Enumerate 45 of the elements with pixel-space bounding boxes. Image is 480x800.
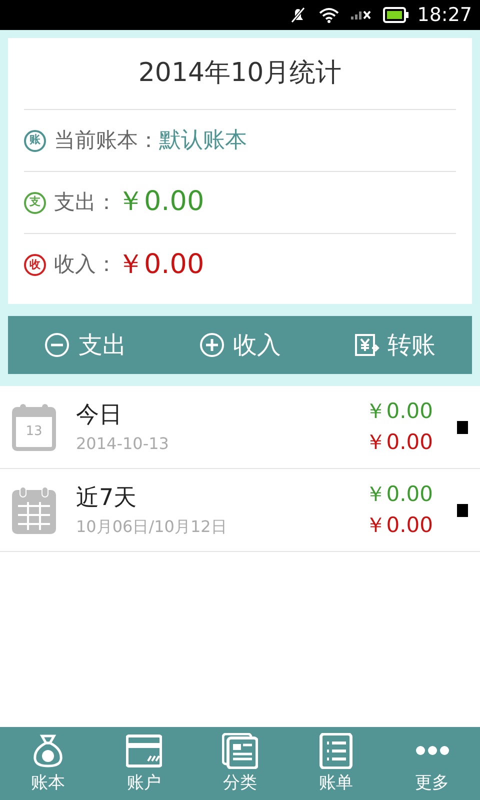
period-title: 今日	[76, 400, 123, 430]
expense-amount: ￥0.00	[365, 398, 433, 424]
square-icon	[457, 420, 468, 434]
nav-tab[interactable]: 账单	[291, 732, 381, 794]
field-label: 收入：	[54, 251, 117, 278]
badge-icon: 支	[24, 192, 46, 214]
field-label: 当前账本：	[54, 126, 159, 154]
plus-circle-icon	[198, 332, 225, 358]
expense-amount: ￥0.00	[117, 185, 204, 220]
calendar-icon	[12, 486, 56, 534]
nav-tab[interactable]: 分类	[195, 732, 285, 794]
expense-amount: ￥0.00	[365, 480, 433, 508]
more-icon	[414, 746, 450, 756]
square-icon	[457, 504, 468, 516]
field-label: 支出：	[54, 188, 117, 216]
action-button[interactable]: 收入	[190, 327, 289, 363]
income-amount: ￥0.00	[117, 248, 204, 282]
action-button[interactable]: 转账	[346, 327, 444, 363]
minus-circle-icon	[44, 332, 70, 358]
badge-icon: 收	[24, 254, 46, 276]
transfer-icon	[354, 332, 380, 358]
period-dates: 2014-10-13	[76, 433, 170, 456]
nav-tab[interactable]: 更多	[387, 732, 477, 794]
month-title: 2014年10月统计	[24, 38, 456, 110]
badge-icon: 账	[24, 130, 46, 152]
list-icon	[318, 732, 354, 769]
nav-tab[interactable]: 账户	[99, 732, 189, 794]
nav-tab[interactable]: 账本	[3, 732, 93, 794]
period-row[interactable]: 近7天 10月06日/10月12日 ￥0.00 ￥0.00	[0, 469, 480, 552]
period-title: 近7天	[76, 484, 138, 513]
action-button[interactable]: 支出	[36, 327, 134, 363]
period-row[interactable]: 13 今日 2014-10-13 ￥0.00 ￥0.00	[0, 386, 480, 469]
book-name: 默认账本	[159, 127, 247, 155]
stacked-pages-icon	[222, 732, 258, 769]
income-amount: ￥0.00	[365, 512, 433, 539]
signal-icon	[351, 10, 372, 20]
calendar-icon	[12, 403, 56, 451]
battery-icon	[383, 7, 410, 23]
calendar-day-number: 13	[24, 423, 44, 441]
wifi-icon	[319, 7, 340, 23]
clock-time: 18:27	[417, 6, 472, 24]
period-dates: 10月06日/10月12日	[76, 516, 228, 538]
income-amount: ￥0.00	[365, 429, 433, 456]
muted-notification-icon	[289, 6, 308, 24]
card-icon	[126, 732, 162, 769]
